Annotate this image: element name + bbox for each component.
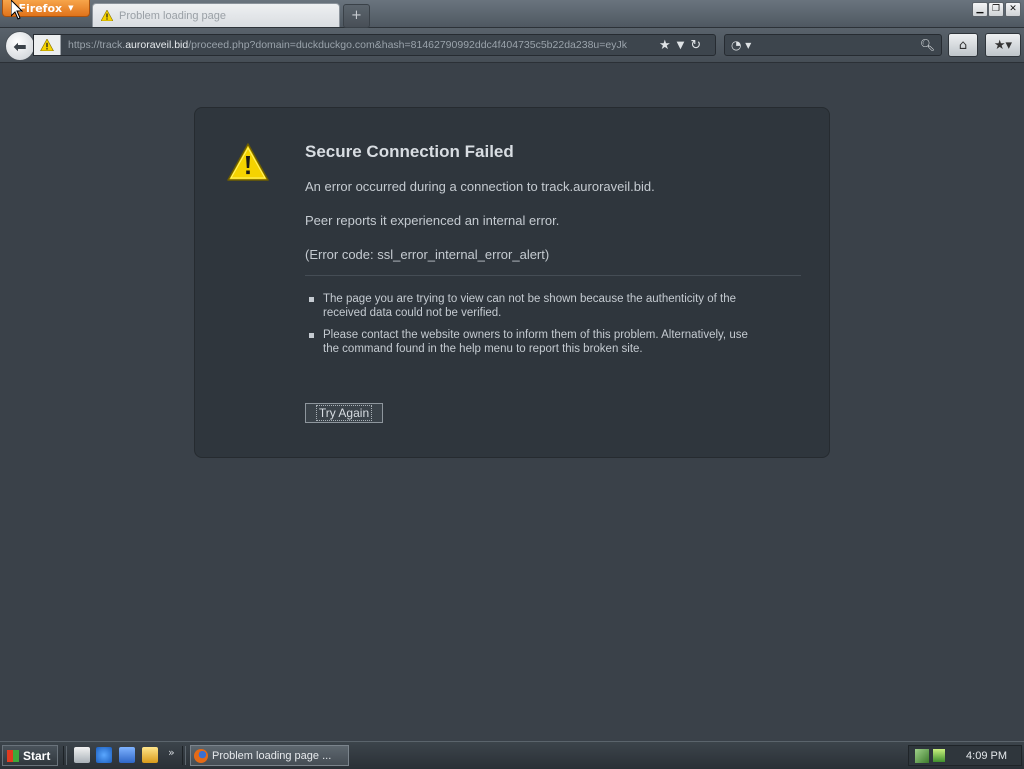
restore-button[interactable]: ❐ — [988, 2, 1004, 17]
title-bar: Firefox ▼ Problem loading page + ▁ ❐ ✕ — [0, 0, 1024, 28]
clock: 4:09 PM — [966, 749, 1007, 762]
home-button[interactable]: ⌂ — [948, 33, 978, 57]
chevron-more-icon[interactable]: » — [168, 746, 175, 759]
minimize-icon: ▁ — [976, 4, 984, 14]
search-folder-icon[interactable] — [142, 747, 158, 763]
close-window-button[interactable]: ✕ — [1005, 2, 1021, 17]
minimize-button[interactable]: ▁ — [972, 2, 988, 17]
network-icon[interactable] — [915, 748, 929, 763]
error-panel: Secure Connection Failed An error occurr… — [194, 107, 830, 458]
error-code: (Error code: ssl_error_internal_error_al… — [305, 247, 550, 262]
show-desktop-icon[interactable] — [74, 747, 90, 763]
system-tray: 4:09 PM — [908, 745, 1022, 766]
site-identity-button[interactable] — [34, 35, 61, 55]
url-text[interactable]: https://track.auroraveil.bid/proceed.php… — [61, 39, 653, 51]
start-label: Start — [23, 748, 51, 763]
reload-icon[interactable]: ↻ — [690, 38, 701, 53]
separator — [63, 746, 67, 765]
url-path: /proceed.php?domain=duckduckgo.com&hash=… — [188, 39, 627, 51]
navigation-toolbar: ⬅ https://track.auroraveil.bid/proceed.p… — [0, 28, 1024, 63]
warning-icon — [227, 143, 269, 181]
warning-icon — [40, 39, 54, 51]
url-bar[interactable]: https://track.auroraveil.bid/proceed.php… — [33, 34, 716, 56]
try-again-label: Try Again — [315, 405, 373, 421]
internet-explorer-icon[interactable] — [96, 747, 112, 763]
taskbar-item-label: Problem loading page ... — [212, 749, 332, 762]
url-dropdown-icon[interactable]: ▼ — [677, 40, 685, 51]
url-prefix: https://track. — [68, 39, 126, 51]
back-button[interactable]: ⬅ — [5, 31, 35, 61]
error-peer-message: Peer reports it experienced an internal … — [305, 213, 560, 228]
taskbar: Start » Problem loading page ... 4:09 PM — [0, 741, 1024, 769]
star-bookmark-icon[interactable]: ★ — [659, 38, 671, 53]
list-item: Please contact the website owners to inf… — [305, 328, 755, 356]
magnifier-search-icon[interactable]: 🔍︎ — [920, 38, 935, 52]
tab-problem-loading[interactable]: Problem loading page — [92, 3, 340, 27]
search-engine-icon[interactable]: ◔ ▾ — [731, 38, 751, 52]
firefox-icon — [194, 748, 208, 763]
bookmarks-icon: ★▾ — [993, 37, 1013, 53]
chevron-down-icon: ▼ — [68, 4, 74, 12]
plus-icon: + — [351, 8, 362, 23]
new-tab-button[interactable]: + — [343, 4, 370, 28]
try-again-button[interactable]: Try Again — [305, 403, 383, 423]
arrow-left-icon: ⬅ — [13, 36, 27, 56]
warning-icon — [101, 10, 113, 21]
bookmarks-menu-button[interactable]: ★▾ — [985, 33, 1021, 57]
close-icon: ✕ — [1009, 4, 1017, 14]
mouse-cursor-icon — [11, 0, 23, 20]
taskbar-item-firefox[interactable]: Problem loading page ... — [190, 745, 349, 766]
divider — [305, 275, 801, 276]
start-button[interactable]: Start — [2, 745, 58, 766]
separator — [182, 746, 186, 765]
url-domain: auroraveil.bid — [125, 39, 189, 51]
error-description: An error occurred during a connection to… — [305, 179, 655, 194]
tab-title: Problem loading page — [119, 9, 227, 22]
windows-media-icon[interactable] — [119, 747, 135, 763]
tray-app-icon[interactable] — [933, 749, 945, 762]
windows-logo-icon — [7, 749, 19, 762]
home-icon: ⌂ — [958, 37, 968, 53]
error-title: Secure Connection Failed — [305, 142, 514, 161]
restore-icon: ❐ — [991, 4, 1001, 14]
search-bar[interactable]: ◔ ▾ 🔍︎ — [724, 34, 942, 56]
error-details-list: The page you are trying to view can not … — [305, 292, 755, 364]
firefox-menu-label: Firefox — [18, 1, 63, 15]
list-item: The page you are trying to view can not … — [305, 292, 755, 320]
